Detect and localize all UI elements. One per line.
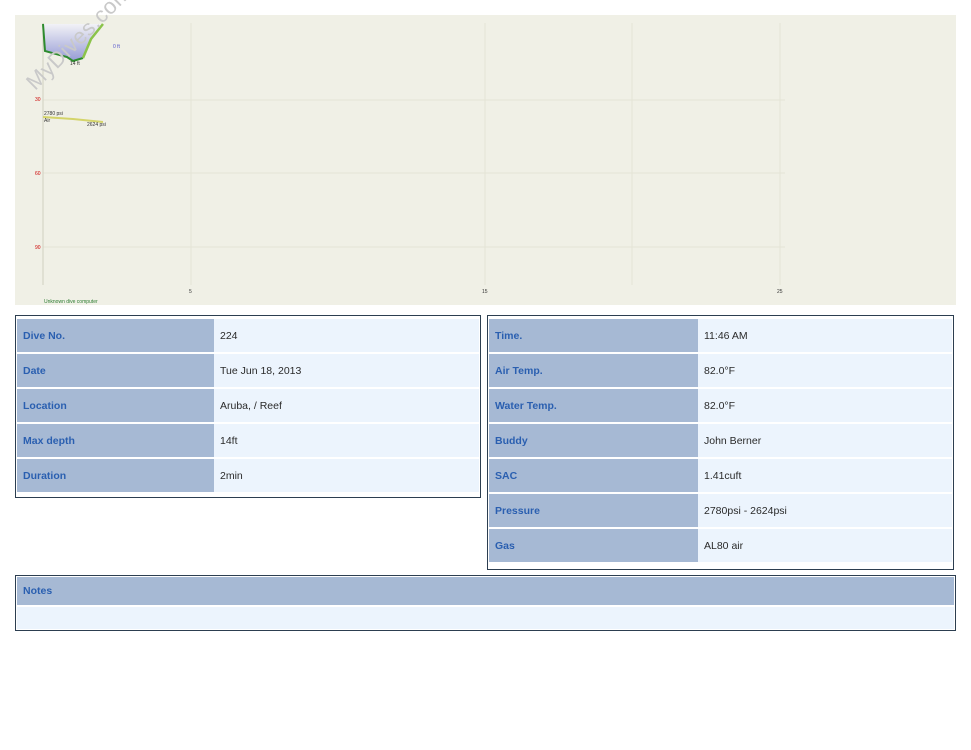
- notes-panel: Notes: [15, 575, 956, 631]
- dive-info-table: Dive No. 224 Date Tue Jun 18, 2013 Locat…: [15, 315, 481, 498]
- row-value: 2min: [214, 459, 479, 492]
- row-label: Buddy: [489, 424, 698, 457]
- depth-tick-label: 90: [35, 245, 41, 251]
- table-row: Dive No. 224: [17, 319, 479, 352]
- pressure-start-label: 2780 psi: [44, 111, 63, 117]
- notes-label: Notes: [17, 577, 954, 605]
- row-label: Duration: [17, 459, 214, 492]
- table-row: Duration 2min: [17, 459, 479, 492]
- row-label: Dive No.: [17, 319, 214, 352]
- table-row: Pressure 2780psi - 2624psi: [489, 494, 952, 527]
- row-value: 82.0°F: [698, 354, 952, 387]
- table-row: Max depth 14ft: [17, 424, 479, 457]
- row-label: Pressure: [489, 494, 698, 527]
- top-right-label: 0 ft: [113, 44, 121, 50]
- row-label: Gas: [489, 529, 698, 562]
- row-value: AL80 air: [698, 529, 952, 562]
- row-label: Time.: [489, 319, 698, 352]
- row-label: SAC: [489, 459, 698, 492]
- row-value: John Berner: [698, 424, 952, 457]
- dive-computer-label: Unknown dive computer: [44, 299, 98, 305]
- dive-profile-chart: 14 ft 0 ft 2780 psi Air 2624 psi 30 60 9…: [15, 0, 956, 305]
- notes-text: [17, 607, 954, 629]
- pressure-end-label: 2624 psi: [87, 122, 106, 128]
- time-tick-label: 25: [777, 289, 783, 295]
- row-value: 11:46 AM: [698, 319, 952, 352]
- row-value: 82.0°F: [698, 389, 952, 422]
- row-label: Date: [17, 354, 214, 387]
- table-row: Date Tue Jun 18, 2013: [17, 354, 479, 387]
- row-label: Air Temp.: [489, 354, 698, 387]
- table-row: Air Temp. 82.0°F: [489, 354, 952, 387]
- gas-label: Air: [44, 118, 50, 124]
- table-row: Buddy John Berner: [489, 424, 952, 457]
- row-label: Location: [17, 389, 214, 422]
- time-tick-label: 15: [482, 289, 488, 295]
- table-row: Location Aruba, / Reef: [17, 389, 479, 422]
- row-label: Max depth: [17, 424, 214, 457]
- depth-tick-label: 60: [35, 171, 41, 177]
- dive-conditions-table: Time. 11:46 AM Air Temp. 82.0°F Water Te…: [487, 315, 954, 570]
- row-value: 1.41cuft: [698, 459, 952, 492]
- row-label: Water Temp.: [489, 389, 698, 422]
- row-value: 14ft: [214, 424, 479, 457]
- depth-tick-label: 30: [35, 97, 41, 103]
- grid: [43, 23, 785, 285]
- profile-svg: 14 ft 0 ft 2780 psi Air 2624 psi 30 60 9…: [35, 23, 785, 305]
- row-value: 2780psi - 2624psi: [698, 494, 952, 527]
- row-value: Aruba, / Reef: [214, 389, 479, 422]
- table-row: Water Temp. 82.0°F: [489, 389, 952, 422]
- table-row: SAC 1.41cuft: [489, 459, 952, 492]
- table-row: Gas AL80 air: [489, 529, 952, 562]
- table-row: Time. 11:46 AM: [489, 319, 952, 352]
- row-value: Tue Jun 18, 2013: [214, 354, 479, 387]
- row-value: 224: [214, 319, 479, 352]
- time-tick-label: 5: [189, 289, 192, 295]
